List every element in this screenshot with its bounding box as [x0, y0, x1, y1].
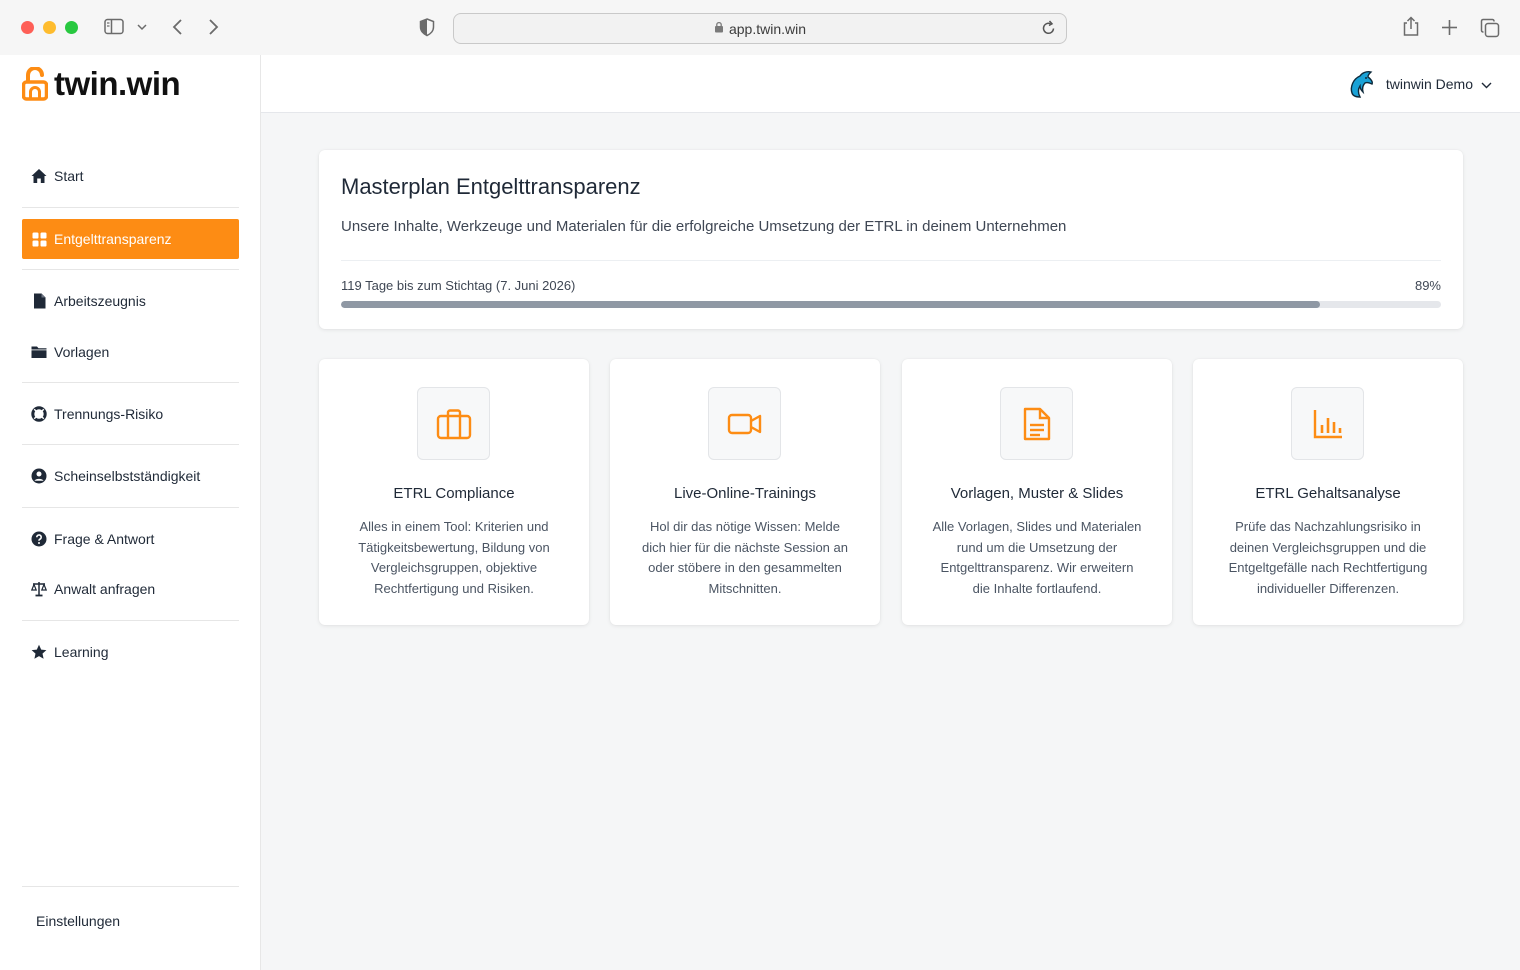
- sidebar-item-learning[interactable]: Learning: [22, 632, 239, 672]
- star-icon: [31, 644, 47, 660]
- dolphin-avatar-icon: [1350, 71, 1373, 98]
- divider: [22, 886, 239, 887]
- sidebar-item-scheinselbststaendigkeit[interactable]: Scheinselbstständigkeit: [22, 456, 239, 496]
- divider: [22, 507, 239, 508]
- masterplan-card: Masterplan Entgelttransparenz Unsere Inh…: [319, 150, 1463, 329]
- browser-toolbar: app.twin.win: [0, 0, 1520, 55]
- video-camera-icon: [708, 387, 781, 460]
- sidebar-item-entgelttransparenz[interactable]: Entgelttransparenz: [22, 219, 239, 259]
- divider: [22, 382, 239, 383]
- progress-percent: 89%: [1414, 278, 1441, 293]
- card-etrl-compliance[interactable]: ETRL Compliance Alles in einem Tool: Kri…: [319, 359, 589, 625]
- divider: [22, 207, 239, 208]
- app-header: twinwin Demo: [261, 55, 1520, 113]
- new-tab-icon[interactable]: [1441, 19, 1458, 36]
- sidebar-item-label: Start: [54, 168, 84, 184]
- user-menu[interactable]: twinwin Demo: [1346, 69, 1492, 99]
- sidebar-item-start[interactable]: Start: [22, 156, 239, 196]
- main-content: Masterplan Entgelttransparenz Unsere Inh…: [261, 113, 1520, 970]
- home-icon: [31, 168, 47, 184]
- user-circle-icon: [31, 468, 47, 484]
- sidebar-item-arbeitszeugnis[interactable]: Arbeitszeugnis: [22, 281, 239, 321]
- divider: [22, 444, 239, 445]
- close-window-button[interactable]: [21, 21, 34, 34]
- card-title: ETRL Gehaltsanalyse: [1255, 485, 1401, 502]
- sidebar-item-label: Learning: [54, 644, 109, 660]
- progress-bar-fill: [341, 301, 1320, 308]
- card-description: Prüfe das Nachzahlungsrisiko in deinen V…: [1228, 519, 1428, 596]
- brand-logo[interactable]: twin.win: [22, 65, 181, 103]
- back-icon[interactable]: [171, 18, 183, 36]
- bar-chart-icon: [1291, 387, 1364, 460]
- sidebar-item-label: Vorlagen: [54, 344, 110, 360]
- divider: [22, 269, 239, 270]
- document-text-icon: [1000, 387, 1073, 460]
- page-title: Masterplan Entgelttransparenz: [341, 174, 641, 199]
- divider: [22, 620, 239, 621]
- sidebar-item-vorlagen[interactable]: Vorlagen: [22, 332, 239, 372]
- card-title: ETRL Compliance: [393, 485, 515, 502]
- chevron-down-icon: [1481, 76, 1492, 92]
- settings-link[interactable]: Einstellungen: [36, 913, 120, 929]
- sidebar-item-label: Entgelttransparenz: [54, 231, 172, 247]
- sidebar-item-anwalt-anfragen[interactable]: Anwalt anfragen: [22, 569, 239, 609]
- sidebar-item-trennungs-risiko[interactable]: Trennungs-Risiko: [22, 394, 239, 434]
- url-text: app.twin.win: [728, 20, 807, 37]
- twinwin-logo-icon: [22, 67, 48, 101]
- briefcase-icon: [417, 387, 490, 460]
- sidebar-item-label: Trennungs-Risiko: [54, 406, 164, 422]
- sidebar-toggle-icon[interactable]: [104, 18, 124, 36]
- lifebuoy-icon: [31, 406, 47, 422]
- grid-icon: [31, 231, 47, 247]
- sidebar-item-label: Frage & Antwort: [54, 531, 155, 547]
- minimize-window-button[interactable]: [43, 21, 56, 34]
- progress-bar: [341, 301, 1441, 308]
- address-bar[interactable]: app.twin.win: [453, 13, 1067, 44]
- card-description: Alle Vorlagen, Slides und Materialen run…: [932, 519, 1142, 596]
- question-icon: [31, 531, 47, 547]
- sidebar-item-label: Scheinselbstständigkeit: [54, 468, 201, 484]
- reload-icon[interactable]: [1041, 20, 1056, 39]
- document-icon: [31, 293, 47, 309]
- page-subtitle: Unsere Inhalte, Werkzeuge und Materialen…: [341, 218, 1067, 235]
- sidebar-item-label: Arbeitszeugnis: [54, 293, 146, 309]
- lock-icon: [714, 21, 724, 36]
- card-vorlagen-muster-slides[interactable]: Vorlagen, Muster & Slides Alle Vorlagen,…: [902, 359, 1172, 625]
- card-title: Vorlagen, Muster & Slides: [950, 485, 1124, 502]
- tab-overview-icon[interactable]: [1480, 18, 1500, 38]
- user-name: twinwin Demo: [1385, 76, 1473, 92]
- card-live-online-trainings[interactable]: Live-Online-Trainings Hol dir das nötige…: [610, 359, 880, 625]
- scale-icon: [31, 581, 47, 597]
- card-title: Live-Online-Trainings: [673, 485, 816, 502]
- folder-icon: [31, 344, 47, 360]
- card-description: Alles in einem Tool: Kriterien und Tätig…: [358, 519, 550, 596]
- chevron-down-icon[interactable]: [137, 24, 147, 31]
- sidebar-item-frage-antwort[interactable]: Frage & Antwort: [22, 519, 239, 559]
- privacy-shield-icon[interactable]: [419, 18, 435, 37]
- brand-name: twin.win: [54, 65, 181, 102]
- deadline-text: 119 Tage bis zum Stichtag (7. Juni 2026): [341, 278, 576, 293]
- share-icon[interactable]: [1402, 16, 1420, 37]
- maximize-window-button[interactable]: [65, 21, 78, 34]
- sidebar: twin.win Start Entgelttransparenz Arbeit…: [0, 55, 261, 970]
- card-etrl-gehaltsanalyse[interactable]: ETRL Gehaltsanalyse Prüfe das Nachzahlun…: [1193, 359, 1463, 625]
- card-description: Hol dir das nötige Wissen: Melde dich hi…: [642, 519, 848, 596]
- forward-icon[interactable]: [208, 18, 220, 36]
- divider: [341, 260, 1441, 261]
- sidebar-item-label: Anwalt anfragen: [54, 581, 156, 597]
- window-controls: [21, 21, 78, 34]
